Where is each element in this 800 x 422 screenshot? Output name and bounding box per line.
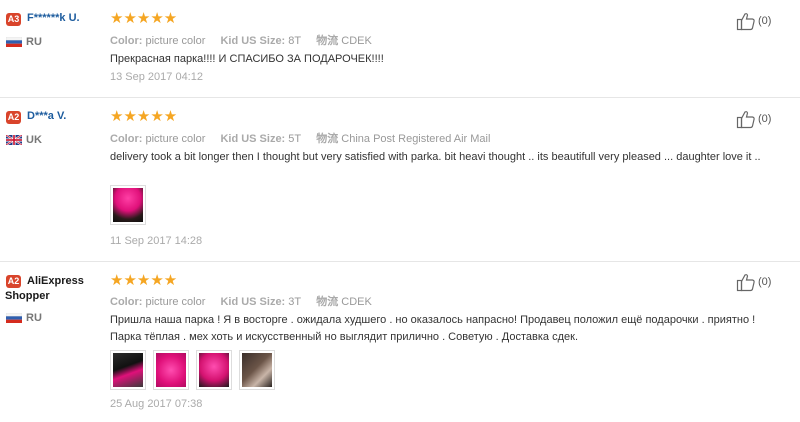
divider (0, 97, 800, 98)
size-value: 5T (288, 133, 302, 145)
size-value: 3T (288, 296, 302, 308)
review-date: 13 Sep 2017 04:12 (110, 71, 203, 83)
star-rating: ★★★★★ (110, 10, 178, 27)
review-text: Прекрасная парка!!!! И СПАСИБО ЗА ПОДАРО… (110, 53, 384, 65)
color-label: Color: (110, 296, 143, 308)
review-text: delivery took a bit longer then I though… (110, 151, 761, 163)
logistics-value: CDEK (341, 35, 372, 47)
logistics-value: CDEK (341, 296, 372, 308)
color-value: picture color (145, 296, 206, 308)
thumbs-up-icon[interactable] (736, 109, 756, 129)
star-rating: ★★★★★ (110, 272, 178, 289)
reviewer-country: RU (26, 36, 42, 48)
helpful-button[interactable]: (0) (736, 272, 771, 292)
color-label: Color: (110, 35, 143, 47)
helpful-count: (0) (758, 113, 772, 125)
helpful-count: (0) (758, 15, 772, 27)
logistics-label: 物流 (316, 296, 339, 308)
reviewer-country: RU (26, 312, 42, 324)
reviewer-name[interactable]: F******k U. (27, 12, 80, 24)
member-level-badge: A3 (6, 13, 21, 26)
order-attributes: Color: picture color Kid US Size: 5T 物流 … (110, 130, 490, 146)
reviewer-name: AliExpress Shopper (5, 275, 84, 302)
order-attributes: Color: picture color Kid US Size: 3T 物流 … (110, 293, 372, 309)
star-rating: ★★★★★ (110, 108, 178, 125)
divider (0, 261, 800, 262)
review-photo[interactable] (153, 350, 189, 390)
review-date: 25 Aug 2017 07:38 (110, 398, 203, 410)
logistics-label: 物流 (316, 133, 339, 145)
color-value: picture color (145, 133, 206, 145)
order-attributes: Color: picture color Kid US Size: 8T 物流 … (110, 32, 372, 48)
review-photo[interactable] (110, 350, 146, 390)
size-label: Kid US Size: (220, 133, 286, 145)
review-photo[interactable] (110, 185, 146, 225)
helpful-button[interactable]: (0) (736, 11, 771, 31)
review-text: Пришла наша парка ! Я в восторге . ожида… (110, 314, 756, 343)
size-label: Kid US Size: (220, 35, 286, 47)
size-value: 8T (288, 35, 302, 47)
russia-flag-icon (6, 313, 22, 323)
review-photo[interactable] (196, 350, 232, 390)
thumbs-up-icon[interactable] (736, 11, 756, 31)
logistics-label: 物流 (316, 35, 339, 47)
review-photos (110, 185, 146, 225)
reviewer-name[interactable]: D***a V. (27, 110, 66, 122)
logistics-value: China Post Registered Air Mail (341, 133, 491, 145)
russia-flag-icon (6, 37, 22, 47)
helpful-count: (0) (758, 276, 772, 288)
review-photos (110, 350, 275, 390)
size-label: Kid US Size: (220, 296, 286, 308)
color-label: Color: (110, 133, 143, 145)
review-date: 11 Sep 2017 14:28 (110, 235, 203, 247)
uk-flag-icon (6, 135, 22, 145)
helpful-button[interactable]: (0) (736, 109, 771, 129)
member-level-badge: A2 (6, 111, 21, 124)
thumbs-up-icon[interactable] (736, 272, 756, 292)
color-value: picture color (145, 35, 206, 47)
reviewer-country: UK (26, 134, 42, 146)
review-photo[interactable] (239, 350, 275, 390)
